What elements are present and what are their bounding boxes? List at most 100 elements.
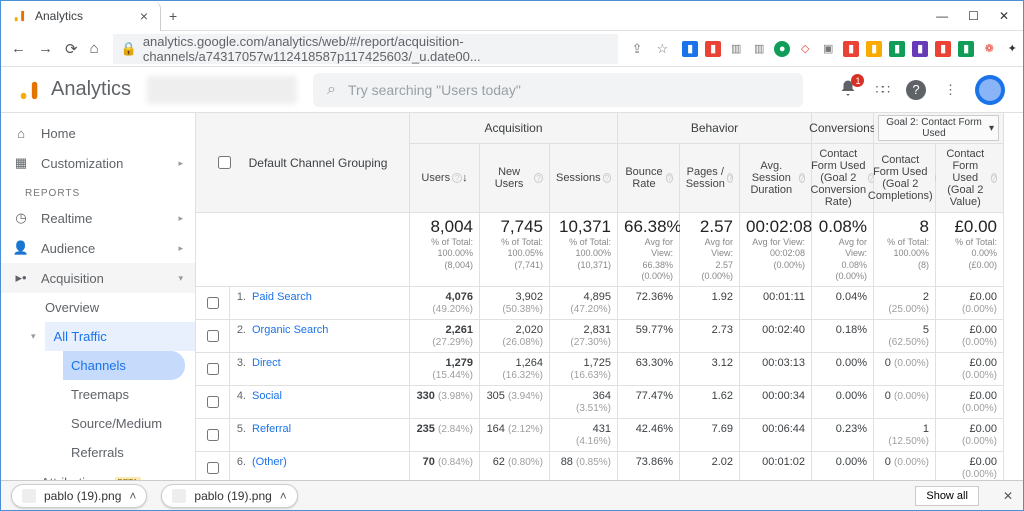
back-icon[interactable]: ←	[11, 40, 26, 58]
ext-icon[interactable]: ❁	[981, 41, 997, 57]
ext-icon[interactable]: ▣	[820, 41, 836, 57]
cell-duration: 00:00:34	[740, 386, 812, 419]
col-duration[interactable]: Avg. Session Duration?	[740, 144, 812, 213]
share-icon[interactable]: ⇪	[632, 41, 643, 57]
cell-bounce: 72.36%	[618, 287, 680, 320]
download-item[interactable]: pablo (19).png˄	[11, 484, 147, 508]
sidebar-all-traffic[interactable]: ▾All Traffic	[45, 322, 195, 351]
maximize-icon[interactable]: ☐	[968, 9, 979, 23]
ext-icon[interactable]: ▮	[866, 41, 882, 57]
property-selector-blurred[interactable]	[147, 76, 297, 104]
notifications-icon[interactable]: 1	[839, 79, 857, 100]
row-checkbox[interactable]	[196, 452, 230, 480]
channel-name[interactable]: 3.Direct	[230, 353, 410, 386]
ext-icon[interactable]: ▮	[912, 41, 928, 57]
col-bounce[interactable]: Bounce Rate?	[618, 144, 680, 213]
sidebar-overview[interactable]: Overview	[45, 293, 195, 322]
cell-pages: 2.73	[680, 320, 740, 353]
col-sessions[interactable]: Sessions?	[550, 144, 618, 213]
col-value[interactable]: Contact Form Used (Goal 2 Value)?	[936, 144, 1004, 213]
ext-icon[interactable]: ▮	[935, 41, 951, 57]
col-new-users[interactable]: New Users?	[480, 144, 550, 213]
chevron-down-icon: ▾	[31, 331, 36, 342]
col-conv-rate[interactable]: Contact Form Used (Goal 2 Conversion Rat…	[812, 144, 874, 213]
cell-conv-rate: 0.00%	[812, 386, 874, 419]
chevron-right-icon: ▸	[178, 158, 183, 169]
app-name: Analytics	[51, 78, 131, 101]
extensions-puzzle-icon[interactable]: ✦	[1004, 41, 1020, 57]
cell-bounce: 73.86%	[618, 452, 680, 480]
reload-icon[interactable]: ⟳	[65, 40, 78, 58]
cell-duration: 00:03:13	[740, 353, 812, 386]
total-bounce: 66.38%Avg for View:66.38% (0.00%)	[618, 213, 680, 287]
ext-icon[interactable]: ▥	[751, 41, 767, 57]
chevron-up-icon[interactable]: ˄	[129, 489, 136, 503]
search-input[interactable]: ⌕ Try searching "Users today"	[313, 73, 803, 107]
sidebar-attribution[interactable]: ᔕAttributionBETA	[1, 467, 195, 480]
new-tab-button[interactable]: +	[169, 8, 177, 24]
download-item[interactable]: pablo (19).png˄	[161, 484, 297, 508]
sidebar-source-medium[interactable]: Source/Medium	[63, 409, 195, 438]
cell-users: 235 (2.84%)	[410, 419, 480, 452]
row-checkbox[interactable]	[196, 419, 230, 452]
help-icon[interactable]: ?	[906, 80, 926, 100]
select-all-checkbox[interactable]	[218, 156, 231, 169]
sidebar: ⌂Home ▦Customization▸ REPORTS ◷Realtime▸…	[1, 113, 196, 480]
minimize-icon[interactable]: —	[936, 9, 948, 23]
channel-name[interactable]: 1.Paid Search	[230, 287, 410, 320]
ext-icon[interactable]: ▮	[958, 41, 974, 57]
sidebar-home[interactable]: ⌂Home	[1, 119, 195, 148]
browser-tab[interactable]: Analytics ×	[1, 1, 161, 31]
ext-icon[interactable]: ▮	[682, 41, 698, 57]
col-users[interactable]: Users? ↓	[410, 144, 480, 213]
col-pages[interactable]: Pages / Session?	[680, 144, 740, 213]
star-icon[interactable]: ☆	[657, 41, 669, 57]
url-field[interactable]: 🔒 analytics.google.com/analytics/web/#/r…	[113, 34, 618, 64]
checkbox-header: Default Channel Grouping	[196, 113, 410, 213]
ext-icon[interactable]: ●	[774, 41, 790, 57]
sidebar-realtime[interactable]: ◷Realtime▸	[1, 203, 195, 233]
channel-name[interactable]: 4.Social	[230, 386, 410, 419]
tab-close-icon[interactable]: ×	[140, 8, 148, 24]
ext-icon[interactable]: ▮	[889, 41, 905, 57]
ext-icon[interactable]: ◇	[797, 41, 813, 57]
close-icon[interactable]: ✕	[999, 9, 1009, 23]
header-menu-icon[interactable]: ⋮	[944, 82, 957, 98]
total-conv-rate: 0.08%Avg for View:0.08% (0.00%)	[812, 213, 874, 287]
row-checkbox[interactable]	[196, 353, 230, 386]
channel-name[interactable]: 5.Referral	[230, 419, 410, 452]
apps-icon[interactable]: ∷∷	[875, 82, 888, 98]
row-checkbox[interactable]	[196, 386, 230, 419]
sidebar-referrals[interactable]: Referrals	[63, 438, 195, 467]
col-completions[interactable]: Contact Form Used (Goal 2 Completions)?	[874, 144, 936, 213]
close-downloads-icon[interactable]: ✕	[1003, 489, 1013, 503]
cell-bounce: 77.47%	[618, 386, 680, 419]
app-logo[interactable]: Analytics	[19, 78, 131, 101]
goal-selector[interactable]: Goal 2: Contact Form Used▾	[874, 113, 1004, 144]
forward-icon[interactable]: →	[38, 40, 53, 58]
ext-icon[interactable]: ▥	[728, 41, 744, 57]
channel-name[interactable]: 6.(Other)	[230, 452, 410, 480]
cell-value: £0.00 (0.00%)	[936, 320, 1004, 353]
cell-value: £0.00 (0.00%)	[936, 386, 1004, 419]
chevron-up-icon[interactable]: ˄	[280, 489, 287, 503]
chevron-right-icon: ▸	[178, 243, 183, 254]
sidebar-treemaps[interactable]: Treemaps	[63, 380, 195, 409]
ext-icon[interactable]: ▮	[705, 41, 721, 57]
downloads-bar: pablo (19).png˄ pablo (19).png˄ Show all…	[1, 480, 1023, 510]
row-checkbox[interactable]	[196, 287, 230, 320]
ext-icon[interactable]: ▮	[843, 41, 859, 57]
cell-conv-rate: 0.18%	[812, 320, 874, 353]
channel-name[interactable]: 2.Organic Search	[230, 320, 410, 353]
cell-pages: 1.62	[680, 386, 740, 419]
sidebar-audience[interactable]: 👤Audience▸	[1, 233, 195, 263]
show-all-downloads[interactable]: Show all	[915, 486, 979, 506]
sidebar-customization[interactable]: ▦Customization▸	[1, 148, 195, 178]
home-nav-icon[interactable]: ⌂	[90, 40, 99, 58]
clock-icon: ◷	[13, 210, 29, 226]
account-avatar[interactable]	[975, 75, 1005, 105]
row-checkbox[interactable]	[196, 320, 230, 353]
sidebar-channels[interactable]: Channels	[63, 351, 185, 380]
reports-label: REPORTS	[1, 178, 195, 203]
sidebar-acquisition[interactable]: ▸•Acquisition▾	[1, 263, 195, 293]
